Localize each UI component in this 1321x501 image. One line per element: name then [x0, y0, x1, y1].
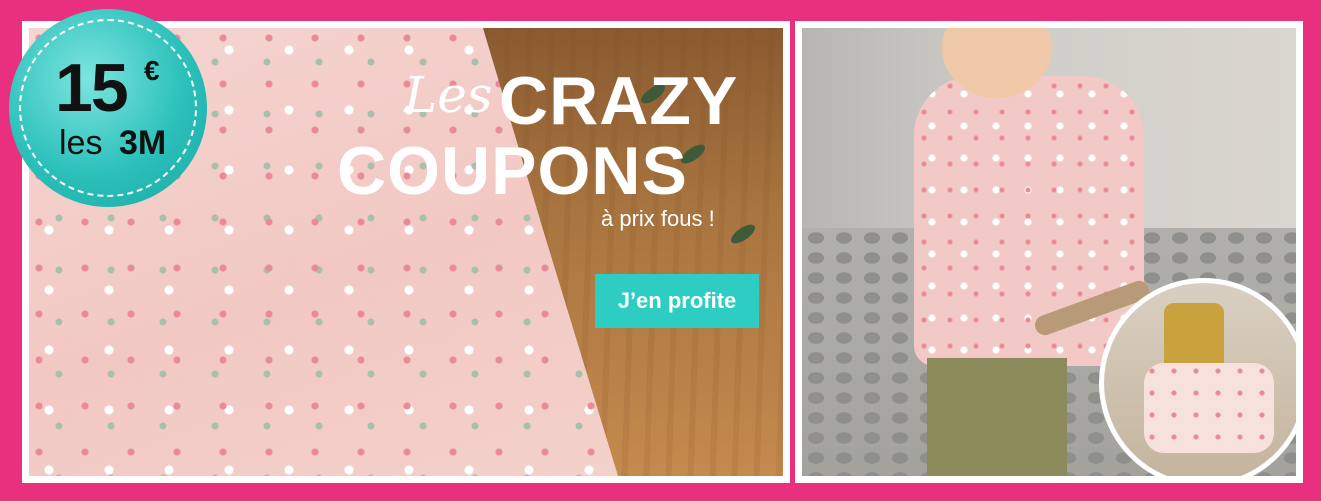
cta-button[interactable]: J’en profite: [595, 274, 759, 328]
bag-inset-image: [1099, 278, 1296, 476]
price-badge: 15 € les 3M: [9, 9, 207, 207]
headline-title-line1: CRAZY: [499, 63, 739, 139]
badge-quantity-prefix: les: [59, 124, 103, 162]
diaper-bag-image: [1144, 363, 1274, 453]
badge-currency: €: [144, 55, 160, 86]
child-blouse-image: [914, 76, 1144, 366]
headline-title-line2: COUPONS: [337, 133, 688, 209]
badge-quantity: 3M: [119, 124, 167, 162]
child-photo-panel: [795, 21, 1303, 483]
headline-script-text: Les: [404, 66, 493, 124]
badge-price: 15: [55, 50, 129, 126]
headline-subtitle: à prix fous !: [601, 206, 715, 231]
child-pants-image: [927, 358, 1067, 476]
